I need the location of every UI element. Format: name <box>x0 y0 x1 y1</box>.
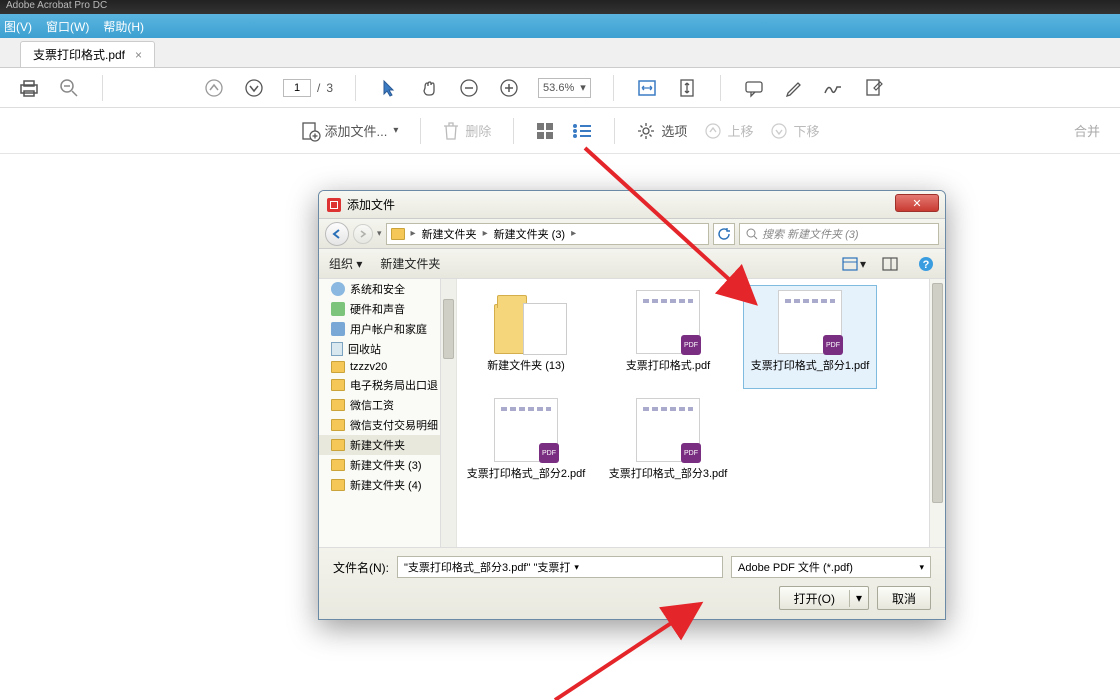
overlay: 添加文件 ✕ ▾ ▸ 新建文件夹 ▸ 新建文件夹 (3) ▸ 搜索 新建文件夹 … <box>0 0 1120 700</box>
tree-item-label: 新建文件夹 (3) <box>350 457 422 473</box>
tree-item-label: 微信工资 <box>350 397 394 413</box>
folder-icon <box>391 228 405 240</box>
crumb-sub[interactable]: 新建文件夹 (3) <box>490 226 570 242</box>
chevron-right-icon: ▸ <box>483 228 488 239</box>
dialog-titlebar: 添加文件 ✕ <box>319 191 945 219</box>
tree-item[interactable]: 系统和安全 <box>319 279 456 299</box>
tree-item[interactable]: 回收站 <box>319 339 456 359</box>
folder-icon <box>331 419 345 431</box>
nav-back-button[interactable] <box>325 222 349 246</box>
view-mode-button[interactable]: ▾ <box>845 255 863 273</box>
file-item[interactable]: PDF 支票打印格式_部分3.pdf <box>601 393 735 497</box>
filename-input[interactable]: "支票打印格式_部分3.pdf" "支票打▾ <box>397 556 723 578</box>
preview-pane-button[interactable] <box>881 255 899 273</box>
file-item[interactable]: 新建文件夹 (13) <box>459 285 593 389</box>
folder-icon <box>331 361 345 373</box>
file-item[interactable]: PDF 支票打印格式_部分1.pdf <box>743 285 877 389</box>
folder-tree: 系统和安全硬件和声音用户帐户和家庭回收站 tzzzv20 电子税务局出口退微信工资微… <box>319 279 457 547</box>
file-label: 支票打印格式.pdf <box>626 357 710 373</box>
dialog-body: 系统和安全硬件和声音用户帐户和家庭回收站 tzzzv20 电子税务局出口退微信工资微… <box>319 279 945 547</box>
tree-item[interactable]: tzzzv20 <box>319 359 456 375</box>
pdf-thumbnail-icon: PDF <box>778 290 842 354</box>
tree-item-label: 电子税务局出口退 <box>350 377 438 393</box>
open-button-label: 打开(O) <box>780 590 850 607</box>
files-scrollbar[interactable] <box>929 279 945 547</box>
folder-icon <box>331 439 345 451</box>
tree-item[interactable]: 硬件和声音 <box>319 299 456 319</box>
tree-item-label: 用户帐户和家庭 <box>350 321 427 337</box>
filename-label: 文件名(N): <box>333 559 389 576</box>
file-label: 支票打印格式_部分2.pdf <box>467 465 586 481</box>
search-input[interactable]: 搜索 新建文件夹 (3) <box>739 223 939 245</box>
tree-item-label: 系统和安全 <box>350 281 405 297</box>
crumb-root[interactable]: 新建文件夹 <box>418 226 481 242</box>
user-icon <box>331 322 345 336</box>
open-button-dropdown[interactable]: ▾ <box>850 591 868 605</box>
filetype-select[interactable]: Adobe PDF 文件 (*.pdf)▾ <box>731 556 931 578</box>
tree-item-label: 硬件和声音 <box>350 301 405 317</box>
tree-item-label: tzzzv20 <box>350 361 387 373</box>
chevron-right-icon: ▸ <box>571 228 576 239</box>
tree-item-label: 微信支付交易明细 <box>350 417 438 433</box>
chevron-right-icon: ▸ <box>411 228 416 239</box>
sound-icon <box>331 302 345 316</box>
file-label: 新建文件夹 (13) <box>487 357 565 373</box>
tree-scrollbar[interactable] <box>440 279 456 547</box>
pdf-thumbnail-icon: PDF <box>494 398 558 462</box>
pdf-thumbnail-icon: PDF <box>636 398 700 462</box>
tree-item-label: 新建文件夹 <box>350 437 405 453</box>
folder-icon <box>331 459 345 471</box>
file-label: 支票打印格式_部分3.pdf <box>609 465 728 481</box>
pdf-icon <box>327 198 341 212</box>
refresh-button[interactable] <box>713 223 735 245</box>
file-item[interactable]: PDF 支票打印格式.pdf <box>601 285 735 389</box>
tree-item[interactable]: 电子税务局出口退 <box>319 375 456 395</box>
tree-item[interactable]: 新建文件夹 (4) <box>319 475 456 495</box>
folder-icon <box>331 399 345 411</box>
dialog-nav: ▾ ▸ 新建文件夹 ▸ 新建文件夹 (3) ▸ 搜索 新建文件夹 (3) <box>319 219 945 249</box>
tree-item[interactable]: 微信工资 <box>319 395 456 415</box>
svg-text:?: ? <box>923 259 930 271</box>
file-item[interactable]: PDF 支票打印格式_部分2.pdf <box>459 393 593 497</box>
pdf-thumbnail-icon: PDF <box>636 290 700 354</box>
new-folder-button[interactable]: 新建文件夹 <box>380 255 440 272</box>
dialog-title: 添加文件 <box>347 196 395 213</box>
tree-item[interactable]: 新建文件夹 (3) <box>319 455 456 475</box>
trash-icon <box>331 342 343 356</box>
help-icon[interactable]: ? <box>917 255 935 273</box>
dialog-command-bar: 组织 ▾ 新建文件夹 ▾ ? <box>319 249 945 279</box>
tree-item[interactable]: 用户帐户和家庭 <box>319 319 456 339</box>
folder-icon <box>494 290 558 354</box>
tree-item-label: 新建文件夹 (4) <box>350 477 422 493</box>
open-button[interactable]: 打开(O) ▾ <box>779 586 869 610</box>
tree-item-label: 回收站 <box>348 341 381 357</box>
cancel-button[interactable]: 取消 <box>877 586 931 610</box>
dialog-close-button[interactable]: ✕ <box>895 194 939 212</box>
tree-item[interactable]: 微信支付交易明细 <box>319 415 456 435</box>
ctrl-icon <box>331 282 345 296</box>
file-list: 新建文件夹 (13) PDF 支票打印格式.pdf PDF 支票打印格式_部分1.pdf… <box>457 279 945 547</box>
organize-button[interactable]: 组织 ▾ <box>329 255 362 272</box>
tree-item[interactable]: 新建文件夹 <box>319 435 456 455</box>
open-file-dialog: 添加文件 ✕ ▾ ▸ 新建文件夹 ▸ 新建文件夹 (3) ▸ 搜索 新建文件夹 … <box>318 190 946 620</box>
folder-icon <box>331 379 345 391</box>
breadcrumb[interactable]: ▸ 新建文件夹 ▸ 新建文件夹 (3) ▸ <box>386 223 709 245</box>
dialog-footer: 文件名(N): "支票打印格式_部分3.pdf" "支票打▾ Adobe PDF… <box>319 547 945 619</box>
folder-icon <box>331 479 345 491</box>
search-placeholder: 搜索 新建文件夹 (3) <box>762 226 859 242</box>
nav-forward-button[interactable] <box>353 224 373 244</box>
file-label: 支票打印格式_部分1.pdf <box>751 357 870 373</box>
